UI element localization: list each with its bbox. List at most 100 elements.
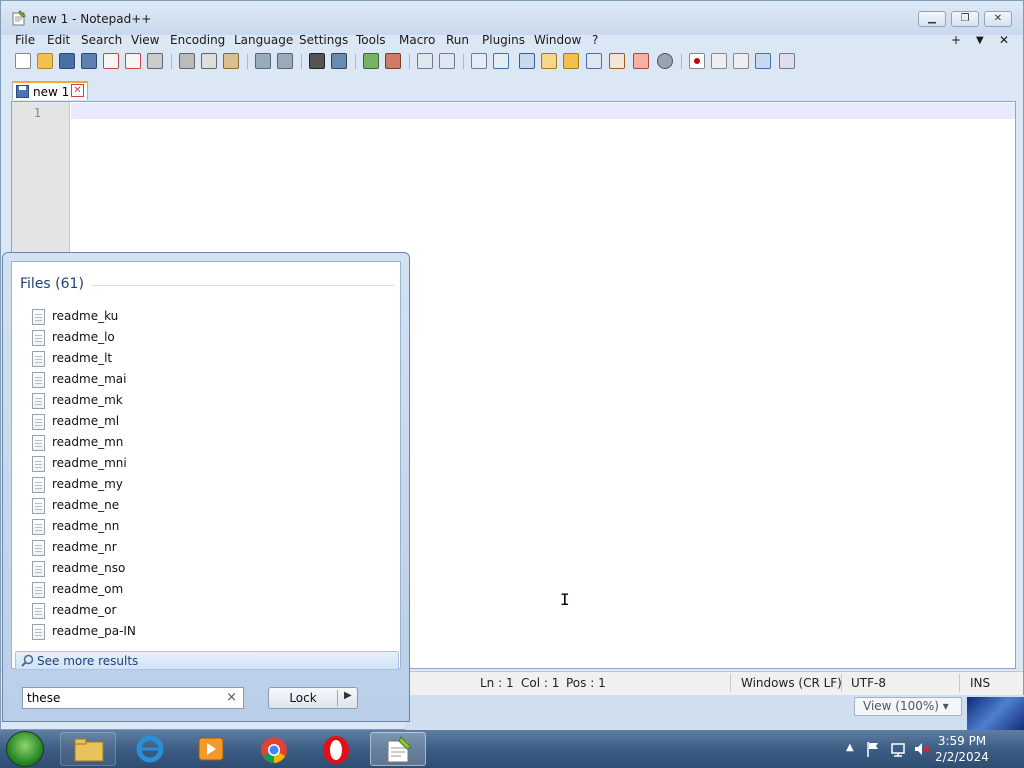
file-result-item[interactable]: readme_nn — [32, 518, 332, 537]
user-defined-language-icon[interactable] — [541, 53, 557, 69]
lock-button[interactable]: Lock ▶ — [268, 687, 358, 709]
save-macro-icon[interactable] — [779, 53, 795, 69]
view-zoom-button[interactable]: View (100%) ▾ — [854, 697, 962, 716]
status-eol-format[interactable]: Windows (CR LF) — [741, 676, 842, 690]
menu-view[interactable]: View — [131, 33, 159, 47]
file-result-item[interactable]: readme_lt — [32, 350, 332, 369]
menu-edit[interactable]: Edit — [47, 33, 70, 47]
close-icon[interactable] — [103, 53, 119, 69]
title-bar[interactable]: new 1 - Notepad++ ▁ ❐ ✕ — [1, 1, 1023, 35]
new-file-icon[interactable] — [15, 53, 31, 69]
taskbar-chrome[interactable] — [246, 732, 302, 766]
minimize-button[interactable]: ▁ — [918, 11, 946, 27]
media-player-icon — [198, 737, 224, 761]
taskbar-opera[interactable] — [308, 732, 364, 766]
file-result-item[interactable]: readme_nr — [32, 539, 332, 558]
undo-icon[interactable] — [255, 53, 271, 69]
menu-macro[interactable]: Macro — [399, 33, 435, 47]
record-macro-icon[interactable] — [689, 53, 705, 69]
save-icon[interactable] — [59, 53, 75, 69]
taskbar-media-player[interactable] — [183, 732, 239, 766]
find-icon[interactable] — [309, 53, 325, 69]
volume-muted-icon[interactable] — [914, 741, 930, 757]
file-result-item[interactable]: readme_lo — [32, 329, 332, 348]
tab-close-icon[interactable]: ✕ — [71, 84, 84, 97]
taskbar-notepadpp[interactable] — [370, 732, 426, 766]
menu-plugins[interactable]: Plugins — [482, 33, 525, 47]
cut-icon[interactable] — [179, 53, 195, 69]
document-map-icon[interactable] — [563, 53, 579, 69]
taskbar-explorer[interactable] — [60, 732, 116, 766]
network-icon[interactable] — [890, 741, 906, 757]
menu-window[interactable]: Window — [534, 33, 581, 47]
tab-new-1[interactable]: new 1 ✕ — [12, 81, 88, 100]
tab-list-dropdown-icon[interactable]: ▼ — [976, 35, 984, 46]
zoom-in-icon[interactable] — [363, 53, 379, 69]
clock-time[interactable]: 3:59 PM — [932, 734, 992, 748]
stop-recording-icon[interactable] — [711, 53, 727, 69]
files-group-header[interactable]: Files (61) — [20, 276, 84, 292]
file-result-name: readme_lt — [52, 351, 113, 365]
file-result-item[interactable]: readme_mai — [32, 371, 332, 390]
folder-as-workspace-icon[interactable] — [633, 53, 649, 69]
start-search-input[interactable] — [27, 690, 217, 706]
file-result-item[interactable]: readme_my — [32, 476, 332, 495]
taskbar-internet-explorer[interactable] — [122, 732, 178, 766]
sync-horizontal-icon[interactable] — [439, 53, 455, 69]
show-all-characters-icon[interactable] — [493, 53, 509, 69]
file-result-item[interactable]: readme_om — [32, 581, 332, 600]
maximize-button[interactable]: ❐ — [951, 11, 979, 27]
file-result-item[interactable]: readme_mn — [32, 434, 332, 453]
copy-icon[interactable] — [201, 53, 217, 69]
file-result-item[interactable]: readme_mk — [32, 392, 332, 411]
word-wrap-icon[interactable] — [471, 53, 487, 69]
function-list-icon[interactable] — [609, 53, 625, 69]
file-result-item[interactable]: readme_ne — [32, 497, 332, 516]
run-macro-multiple-icon[interactable] — [755, 53, 771, 69]
redo-icon[interactable] — [277, 53, 293, 69]
save-all-icon[interactable] — [81, 53, 97, 69]
see-more-results-button[interactable]: See more results — [15, 651, 399, 670]
clear-search-icon[interactable]: × — [226, 690, 237, 705]
replace-icon[interactable] — [331, 53, 347, 69]
file-result-item[interactable]: readme_pa-IN — [32, 623, 332, 642]
file-result-item[interactable]: readme_ml — [32, 413, 332, 432]
status-insert-mode[interactable]: INS — [970, 676, 990, 690]
document-list-icon[interactable] — [586, 53, 602, 69]
start-button[interactable] — [6, 731, 44, 767]
text-cursor-icon: I — [560, 590, 570, 609]
menu-help[interactable]: ? — [592, 33, 598, 47]
shutdown-options-arrow-icon[interactable]: ▶ — [344, 690, 352, 701]
new-tab-plus-icon[interactable]: + — [951, 33, 961, 47]
file-result-item[interactable]: readme_ku — [32, 308, 332, 327]
indent-guide-icon[interactable] — [519, 53, 535, 69]
text-file-icon — [32, 561, 45, 577]
file-result-item[interactable]: readme_nso — [32, 560, 332, 579]
close-document-icon[interactable]: ✕ — [999, 33, 1009, 47]
close-all-icon[interactable] — [125, 53, 141, 69]
open-file-icon[interactable] — [37, 53, 53, 69]
start-search-box[interactable]: × — [22, 687, 244, 709]
file-result-item[interactable]: readme_or — [32, 602, 332, 621]
line-number: 1 — [33, 106, 41, 120]
menu-tools[interactable]: Tools — [356, 33, 386, 47]
close-button[interactable]: ✕ — [984, 11, 1012, 27]
menu-encoding[interactable]: Encoding — [170, 33, 225, 47]
menu-search[interactable]: Search — [81, 33, 122, 47]
menu-settings[interactable]: Settings — [299, 33, 348, 47]
status-encoding[interactable]: UTF-8 — [851, 676, 886, 690]
sync-vertical-icon[interactable] — [417, 53, 433, 69]
text-file-icon — [32, 393, 45, 409]
zoom-out-icon[interactable] — [385, 53, 401, 69]
monitoring-icon[interactable] — [657, 53, 673, 69]
playback-macro-icon[interactable] — [733, 53, 749, 69]
paste-icon[interactable] — [223, 53, 239, 69]
menu-run[interactable]: Run — [446, 33, 469, 47]
menu-language[interactable]: Language — [234, 33, 293, 47]
action-center-flag-icon[interactable] — [866, 741, 880, 757]
menu-file[interactable]: File — [15, 33, 35, 47]
file-result-item[interactable]: readme_mni — [32, 455, 332, 474]
show-hidden-icons-arrow-icon[interactable]: ▲ — [846, 742, 854, 753]
print-icon[interactable] — [147, 53, 163, 69]
clock-date[interactable]: 2/2/2024 — [932, 750, 992, 764]
